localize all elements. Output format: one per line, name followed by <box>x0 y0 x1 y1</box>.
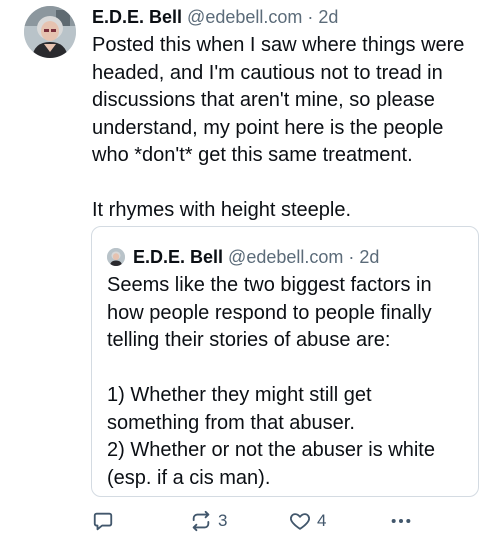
repost-count: 3 <box>218 511 228 530</box>
quoted-list-line: (esp. if a cis man). <box>107 466 271 489</box>
like-count: 4 <box>317 511 327 530</box>
post-text-line: discussions that aren't mine, so please <box>92 89 435 111</box>
more-icon <box>391 518 411 524</box>
avatar-image <box>24 6 76 58</box>
post-actions: 3 4 <box>92 510 422 536</box>
post-text-line: It rhymes with height steeple. <box>92 199 352 221</box>
author-handle[interactable]: @edebell.com <box>187 7 302 27</box>
author-name[interactable]: E.D.E. Bell <box>92 7 182 27</box>
post-header: E.D.E. Bell @edebell.com · 2d <box>92 5 338 29</box>
separator: · <box>307 7 314 27</box>
quoted-post-time: 2d <box>359 247 380 267</box>
quoted-list-line: something from that abuser. <box>107 411 355 434</box>
quoted-author-name: E.D.E. Bell <box>133 247 224 267</box>
avatar[interactable] <box>24 6 76 58</box>
post-text-line: Posted this when I saw where things were <box>92 34 465 56</box>
repost-button[interactable]: 3 <box>190 510 227 532</box>
quoted-text-line: telling their stories of abuse are: <box>107 329 391 351</box>
post-text-line: understand, my point here is the people <box>92 116 444 139</box>
quoted-text-line: how people respond to people finally <box>107 301 432 324</box>
post: E.D.E. Bell @edebell.com · 2d Posted thi… <box>0 0 500 545</box>
post-text: Posted this when I saw where things were… <box>92 32 482 225</box>
like-button[interactable]: 4 <box>289 510 326 532</box>
quoted-list-line: 1) Whether they might still get <box>107 384 372 406</box>
post-time[interactable]: 2d <box>318 7 338 27</box>
more-options-button[interactable] <box>390 512 412 530</box>
quoted-post-text: Seems like the two biggest factors in ho… <box>107 272 467 492</box>
quoted-separator: · <box>348 247 355 267</box>
quoted-post[interactable]: E.D.E. Bell @edebell.com · 2d Seems like… <box>91 226 479 497</box>
quoted-list-line: 2) Whether or not the abuser is white <box>107 439 435 461</box>
quoted-avatar <box>107 248 125 266</box>
post-text-line: headed, and I'm cautious not to tread in <box>92 61 443 84</box>
heart-icon <box>290 513 310 530</box>
quoted-text-line: Seems like the two biggest factors in <box>107 274 432 296</box>
repost-icon <box>192 510 210 532</box>
reply-button[interactable] <box>92 510 114 532</box>
reply-icon <box>93 512 113 531</box>
quoted-avatar-image <box>107 248 125 266</box>
quoted-post-header: E.D.E. Bell @edebell.com · 2d <box>107 245 379 269</box>
post-text-line: who *don't* get this same treatment. <box>92 144 413 166</box>
quoted-author-handle: @edebell.com <box>228 247 344 267</box>
